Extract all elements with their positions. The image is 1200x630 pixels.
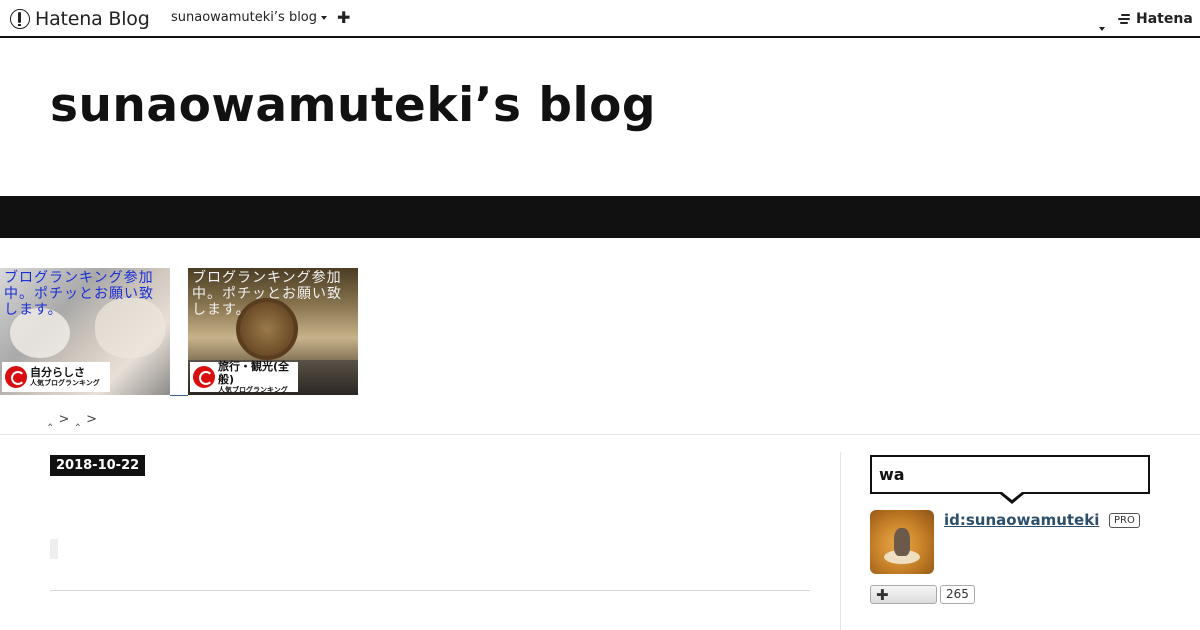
badge-category: 自分らしさ [30, 366, 85, 379]
entry-date[interactable]: 2018-10-22 [50, 455, 146, 476]
blog-menu-dropdown[interactable]: sunaowamuteki’s blog [171, 10, 328, 25]
avatar-photo-shape [894, 528, 910, 556]
pro-badge: PRO [1109, 513, 1140, 528]
global-header: Hatena Blog sunaowamuteki’s blog ✚ Haten… [0, 0, 1200, 38]
badge-site-name: 人気ブログランキング [218, 385, 288, 394]
hatena-logo-icon [1118, 13, 1132, 25]
banner-link-underline [170, 395, 188, 396]
ranking-badge: 旅行・観光(全般) 人気ブログランキング [190, 360, 298, 395]
user-menu-dropdown[interactable] [1095, 16, 1105, 35]
logo-text: Hatena Blog [35, 8, 150, 30]
entry-content-placeholder [50, 539, 58, 559]
ranking-badge: 自分らしさ 人気ブログランキング [2, 362, 110, 392]
chevron-down-icon [321, 15, 328, 20]
balloon-tail-inner [1002, 492, 1022, 500]
blog-menu-label: sunaowamuteki’s blog [171, 10, 318, 25]
blog-nav-band [0, 196, 1200, 238]
hatena-logo-link[interactable]: Hatena [1118, 11, 1193, 27]
entry-divider [50, 590, 810, 591]
banner-caption: ブログランキング参加中。ポチッとお願い致します。 [4, 270, 154, 318]
badge-text-group: 自分らしさ 人気ブログランキング [30, 366, 100, 388]
plus-icon: ✚ [876, 586, 889, 604]
chevron-down-icon [1099, 27, 1105, 31]
sidebar-divider [840, 452, 841, 630]
hatena-blog-logo-icon [10, 9, 30, 29]
badge-category: 旅行・観光(全般) [218, 359, 290, 386]
avatar[interactable] [870, 510, 934, 574]
content-divider [0, 434, 1200, 435]
badge-site-name: 人気ブログランキング [30, 379, 100, 387]
hatena-blog-logo[interactable]: Hatena Blog [10, 7, 150, 31]
follow-button[interactable]: ✚ [870, 585, 937, 604]
ranking-banner-jibunrashisa[interactable]: ブログランキング参加中。ポチッとお願い致します。 自分らしさ 人気ブログランキン… [0, 268, 170, 395]
hatena-logo-text: Hatena [1136, 11, 1193, 27]
ranking-logo-icon [193, 366, 215, 388]
balloon-text: wa [879, 465, 905, 484]
ranking-banner-travel[interactable]: ブログランキング参加中。ポチッとお願い致します。 旅行・観光(全般) 人気ブログ… [188, 268, 358, 395]
follower-count[interactable]: 265 [940, 585, 975, 604]
plus-icon: ✚ [337, 8, 351, 27]
profile-user-id-link[interactable]: id:sunaowamuteki [944, 511, 1099, 529]
profile-balloon: wa [870, 455, 1150, 504]
blog-title[interactable]: sunaowamuteki’s blog [50, 78, 656, 134]
breadcrumb[interactable]: ‸ > ‸ > [48, 412, 98, 427]
new-entry-button[interactable]: ✚ [337, 9, 350, 27]
banner-caption: ブログランキング参加中。ポチッとお願い致します。 [192, 270, 342, 318]
ranking-logo-icon [5, 366, 27, 388]
badge-text-group: 旅行・観光(全般) 人気ブログランキング [218, 360, 298, 395]
